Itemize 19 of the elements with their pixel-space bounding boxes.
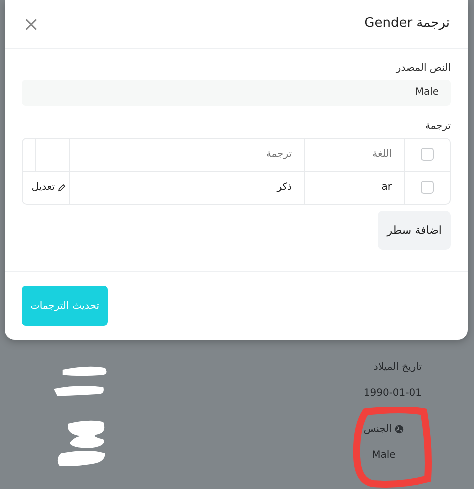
field-value: Male: [372, 449, 396, 462]
dialog-title: ترجمة Gender: [364, 16, 450, 32]
field-label: ترجمة: [425, 120, 451, 132]
field-label: الجنس: [364, 423, 392, 436]
column-header: ترجمة: [266, 149, 292, 160]
field-value: 1990-01-01: [364, 387, 422, 400]
checkbox[interactable]: [421, 181, 434, 194]
add-row-button[interactable]: اضافة سطر: [378, 210, 451, 250]
table-cell: ar: [382, 182, 392, 194]
field-label: تاريخ الميلاد: [374, 361, 422, 374]
edit-link[interactable]: تعديل: [32, 182, 55, 194]
source-text-field[interactable]: Male: [22, 80, 451, 106]
globe-icon[interactable]: [394, 425, 404, 434]
pencil-icon[interactable]: [58, 184, 66, 192]
close-button[interactable]: ×: [19, 14, 44, 34]
column-header: اللغة: [372, 149, 392, 160]
checkbox[interactable]: [421, 148, 434, 162]
field-label: النص المصدر: [396, 62, 451, 74]
table-cell: ذكر: [277, 182, 292, 194]
